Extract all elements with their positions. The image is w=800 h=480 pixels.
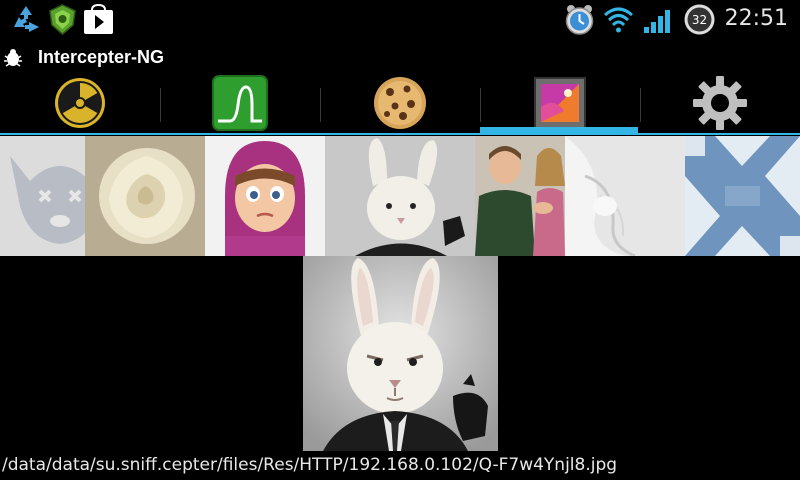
thumbnail-cartoon-girl[interactable] <box>205 136 325 256</box>
tab-active-indicator <box>480 127 638 134</box>
alarm-clock-icon <box>563 3 596 36</box>
recycle-icon <box>10 3 43 36</box>
action-bar: Intercepter-NG <box>0 40 800 76</box>
picture-icon <box>534 77 586 133</box>
gear-icon <box>692 75 748 135</box>
status-bar: 32 22:51 <box>0 0 800 40</box>
wireshark-fin-icon <box>212 75 268 135</box>
image-preview-rabbit[interactable] <box>303 256 498 451</box>
thumbnail-rabbit[interactable] <box>325 136 475 256</box>
tab-wireshark[interactable] <box>160 75 320 135</box>
bug-icon <box>3 48 23 68</box>
thumbnail-blue-pattern[interactable] <box>685 136 800 256</box>
thumbnail-strip[interactable] <box>0 136 800 256</box>
thumbnail-white-fur[interactable] <box>565 136 685 256</box>
shield-badge-icon <box>46 3 79 36</box>
battery-level: 32 <box>692 13 707 27</box>
tab-settings[interactable] <box>640 76 800 134</box>
play-store-icon <box>82 3 115 36</box>
cookie-icon <box>373 76 427 134</box>
tab-radiation[interactable] <box>0 76 160 134</box>
wifi-icon <box>602 3 635 36</box>
thumbnail-two-people[interactable] <box>475 136 565 256</box>
thumbnail-white-rose[interactable] <box>85 136 205 256</box>
signal-icon <box>641 3 674 36</box>
battery-icon: 32 <box>683 3 716 36</box>
radiation-icon <box>54 77 106 133</box>
tab-bar-underline <box>0 133 800 135</box>
clock: 22:51 <box>724 6 788 31</box>
tab-images[interactable] <box>480 76 640 134</box>
tab-bar <box>0 75 800 136</box>
app-title: Intercepter-NG <box>38 47 165 67</box>
tab-cookies[interactable] <box>320 76 480 134</box>
file-path: /data/data/su.sniff.cepter/files/Res/HTT… <box>2 455 618 475</box>
